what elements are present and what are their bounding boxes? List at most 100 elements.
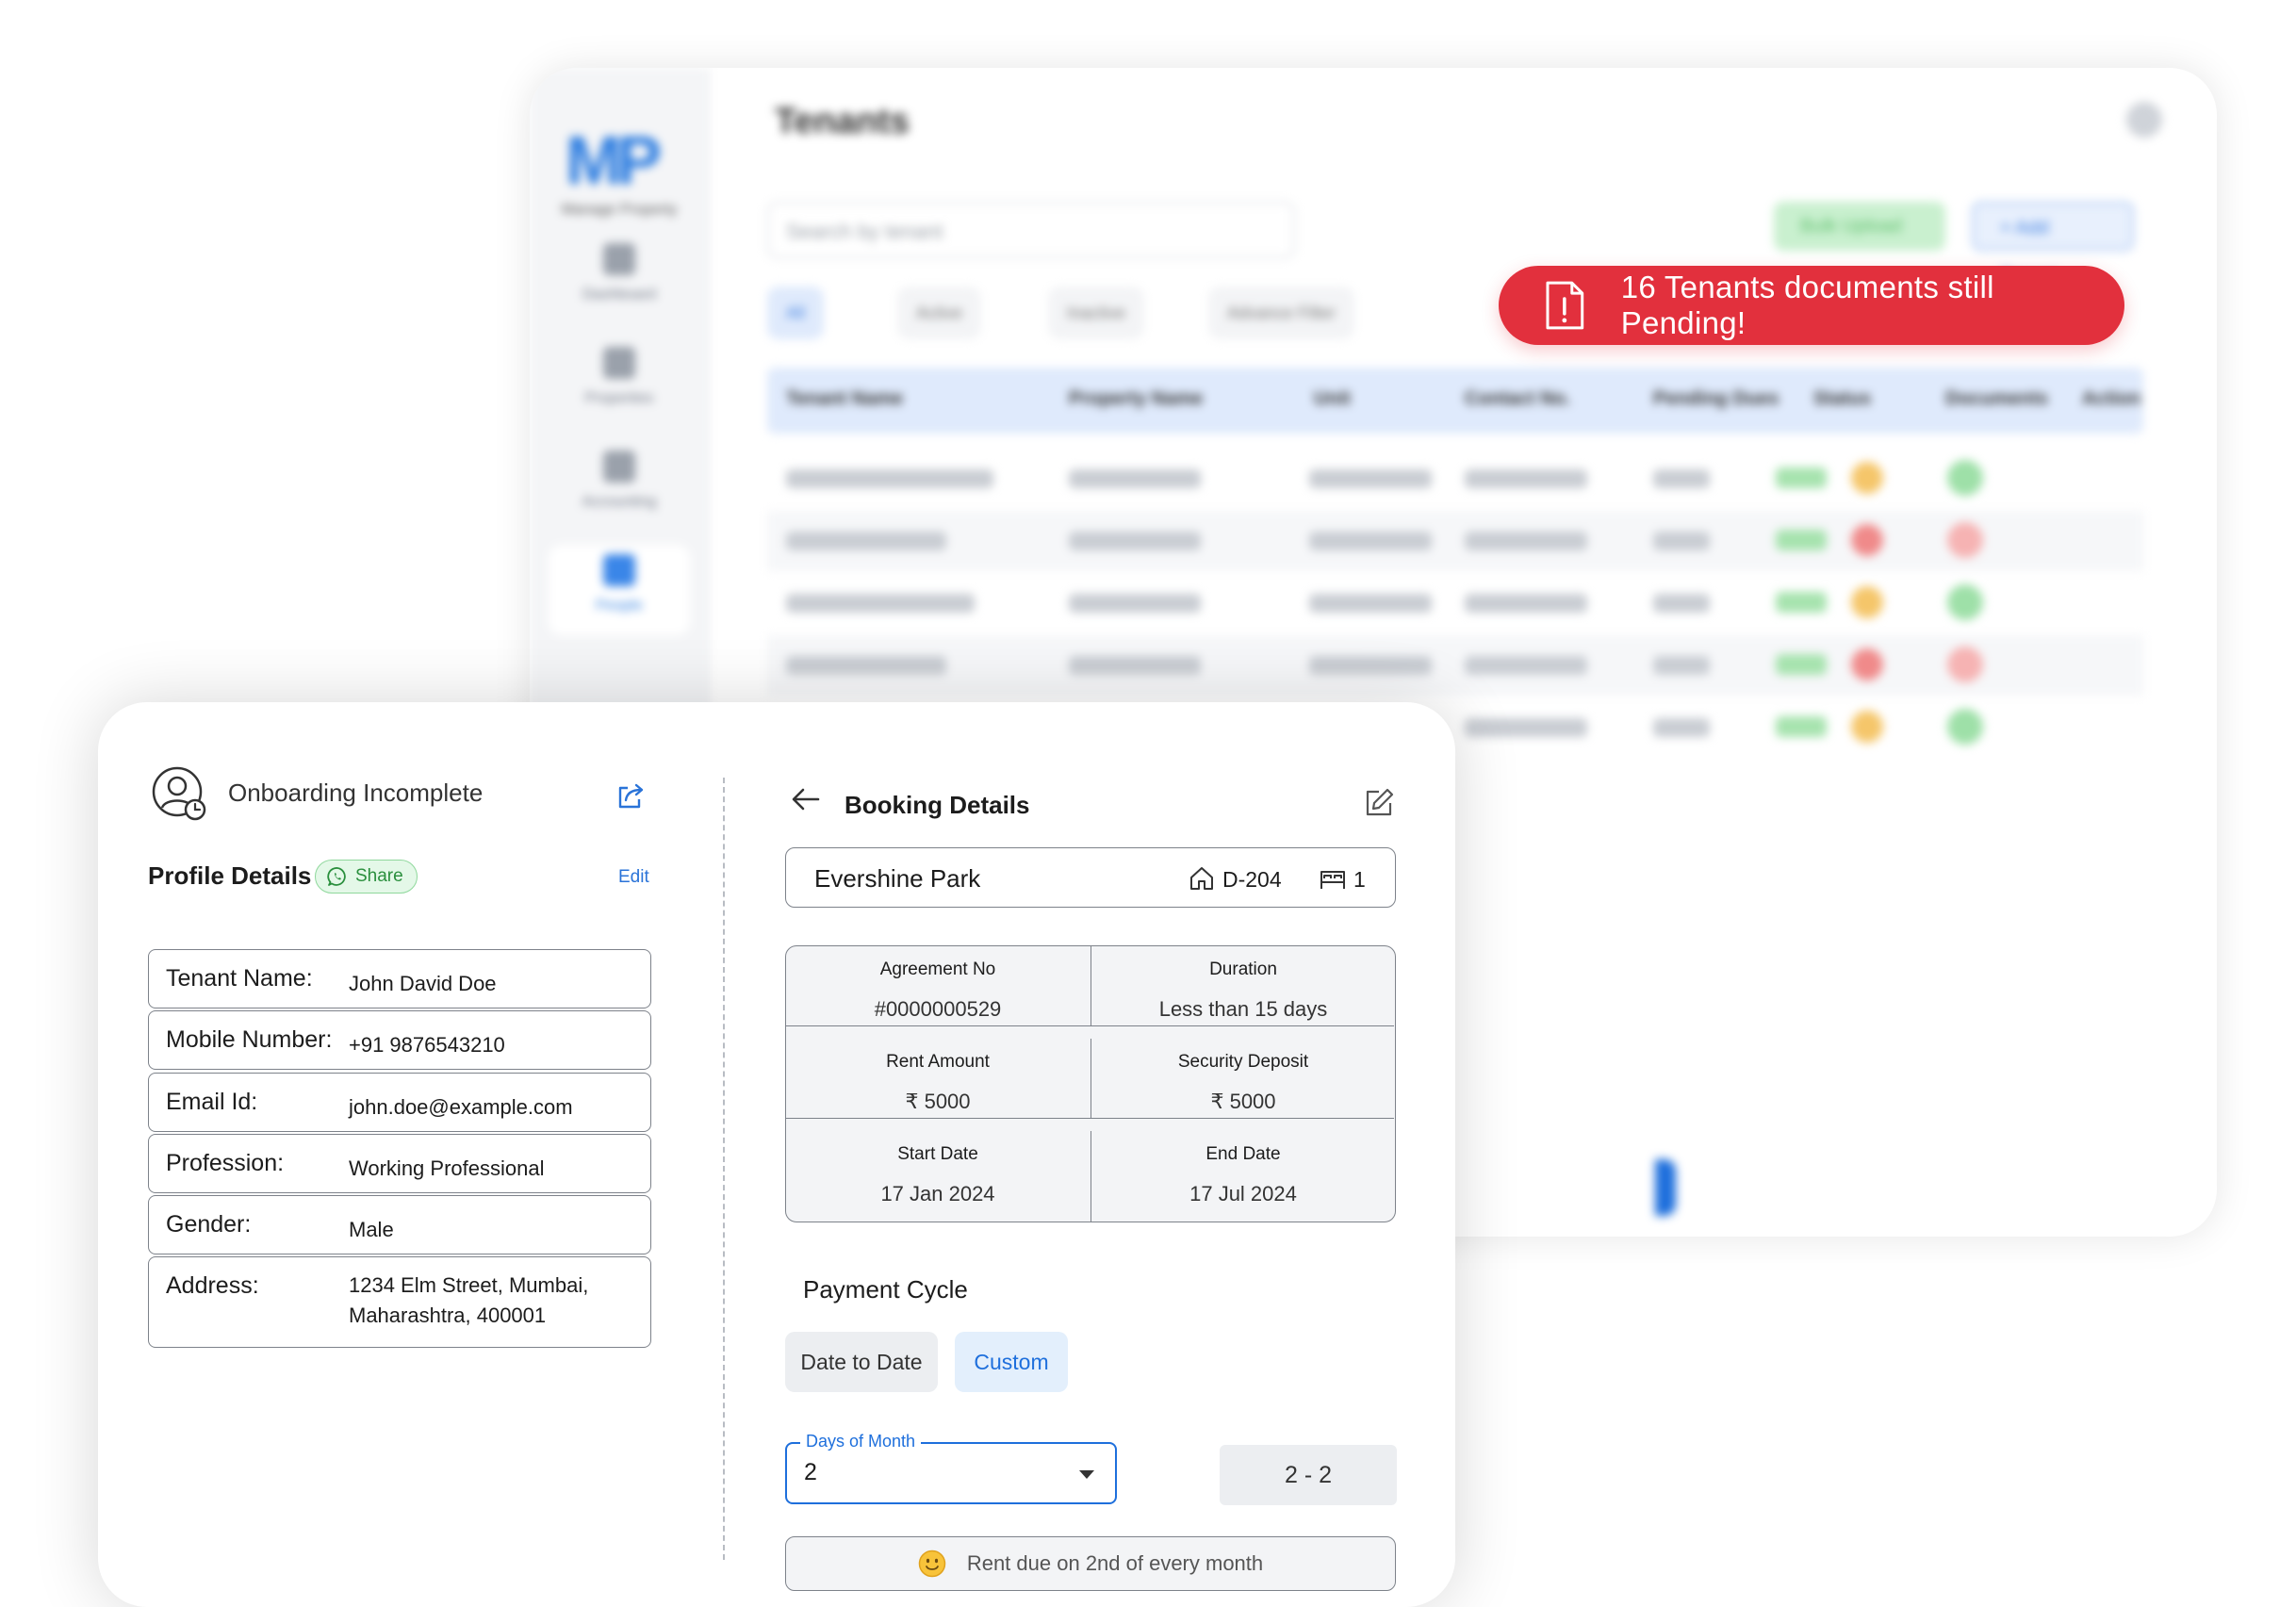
end-date-cell: End Date 17 Jul 2024 bbox=[1091, 1131, 1395, 1223]
field-label: Address: bbox=[166, 1272, 259, 1299]
rent-due-message: Rent due on 2nd of every month bbox=[785, 1536, 1396, 1591]
info-label: Agreement No bbox=[879, 959, 996, 979]
bulk-upload-button[interactable]: Bulk Upload bbox=[1774, 202, 1945, 251]
th-contact: Contact No. bbox=[1465, 388, 1571, 409]
table-row[interactable] bbox=[767, 449, 2143, 509]
onboarding-status: Onboarding Incomplete bbox=[228, 779, 484, 807]
filter-chip-inactive[interactable]: Inactive bbox=[1048, 287, 1145, 339]
th-status: Status bbox=[1813, 388, 1872, 409]
th-unit: Unit bbox=[1314, 388, 1351, 409]
payment-cycle-title: Payment Cycle bbox=[803, 1275, 968, 1304]
table-row[interactable] bbox=[767, 511, 2143, 571]
field-value: +91 9876543210 bbox=[349, 1033, 505, 1057]
bg-nav-accounting[interactable]: Accounting bbox=[549, 441, 690, 532]
field-value: 1234 Elm Street, Mumbai, Maharashtra, 40… bbox=[349, 1273, 589, 1327]
address-field[interactable]: Address: 1234 Elm Street, Mumbai, Mahara… bbox=[148, 1256, 651, 1348]
field-value: Working Professional bbox=[349, 1156, 545, 1180]
info-label: Duration bbox=[1209, 959, 1277, 979]
info-label: Start Date bbox=[897, 1144, 978, 1164]
bg-nav-people[interactable]: People bbox=[549, 545, 690, 635]
bg-logo-subtitle: Manage Property bbox=[561, 202, 678, 218]
bg-blue-button-edge bbox=[1655, 1159, 1676, 1216]
bed-icon bbox=[1320, 871, 1345, 889]
alert-text: 16 Tenants documents still Pending! bbox=[1620, 270, 1994, 340]
share-label: Share bbox=[355, 866, 403, 886]
mobile-number-field[interactable]: Mobile Number: +91 9876543210 bbox=[148, 1010, 651, 1070]
whatsapp-share-button[interactable]: Share bbox=[315, 860, 418, 894]
info-value: ₹ 5000 bbox=[1210, 1090, 1276, 1113]
date-to-date-option[interactable]: Date to Date bbox=[785, 1332, 938, 1392]
field-value: Male bbox=[349, 1218, 394, 1241]
filter-chip-active[interactable]: Active bbox=[897, 287, 982, 339]
info-value: ₹ 5000 bbox=[905, 1090, 971, 1113]
edit-icon[interactable] bbox=[1363, 787, 1395, 819]
start-date-cell: Start Date 17 Jan 2024 bbox=[786, 1131, 1090, 1223]
people-icon bbox=[603, 554, 635, 586]
info-value: Less than 15 days bbox=[1158, 997, 1328, 1021]
table-row[interactable] bbox=[767, 573, 2143, 633]
profile-details-title: Profile Details bbox=[148, 861, 312, 890]
bed-count: 1 bbox=[1353, 867, 1366, 892]
grid-divider bbox=[786, 1118, 1394, 1119]
info-value: 17 Jul 2024 bbox=[1189, 1182, 1297, 1205]
bg-search-input[interactable]: Search by tenant bbox=[767, 202, 1295, 258]
field-label: Gender: bbox=[166, 1211, 252, 1238]
smiley-icon bbox=[918, 1550, 946, 1578]
booking-details-title: Booking Details bbox=[845, 791, 1030, 819]
field-label: Tenant Name: bbox=[166, 965, 313, 992]
custom-option[interactable]: Custom bbox=[955, 1332, 1068, 1392]
add-tenant-button[interactable]: + Add Tenant bbox=[1972, 202, 2134, 287]
filter-chip-all[interactable]: All bbox=[767, 287, 825, 339]
advance-filter-button[interactable]: Advance Filter bbox=[1208, 287, 1355, 339]
bell-icon[interactable] bbox=[2126, 102, 2162, 138]
bg-table-header: Tenant Name Property Name Unit Contact N… bbox=[767, 368, 2143, 434]
document-alert-icon bbox=[1546, 281, 1584, 330]
unit-number: D-204 bbox=[1222, 867, 1282, 892]
gender-field[interactable]: Gender: Male bbox=[148, 1195, 651, 1254]
days-of-month-value: 2 bbox=[804, 1459, 817, 1485]
home-icon bbox=[1190, 867, 1213, 890]
bg-nav-dashboard[interactable]: Dashboard bbox=[549, 234, 690, 324]
field-label: Mobile Number: bbox=[166, 1026, 333, 1053]
info-label: Security Deposit bbox=[1177, 1052, 1309, 1072]
dashboard-icon bbox=[603, 243, 635, 275]
property-name: Evershine Park bbox=[814, 864, 981, 893]
share-icon[interactable] bbox=[615, 779, 647, 812]
field-label: Email Id: bbox=[166, 1089, 258, 1115]
days-of-month-select[interactable]: Days of Month 2 bbox=[785, 1432, 1117, 1504]
info-value: #0000000529 bbox=[874, 997, 1002, 1021]
info-label: End Date bbox=[1205, 1144, 1281, 1164]
field-label: Profession: bbox=[166, 1150, 285, 1176]
booking-info-grid: Agreement No #0000000529 Duration Less t… bbox=[785, 945, 1396, 1222]
column-divider bbox=[723, 778, 725, 1560]
table-row[interactable] bbox=[767, 635, 2143, 696]
bg-nav-properties[interactable]: Properties bbox=[549, 337, 690, 428]
bg-page-title: Tenants bbox=[775, 102, 910, 141]
rent-due-text: Rent due on 2nd of every month bbox=[966, 1551, 1264, 1575]
th-documents: Documents bbox=[1945, 388, 2048, 409]
bg-logo: MP bbox=[566, 123, 662, 199]
properties-icon bbox=[603, 347, 635, 379]
th-property-name: Property Name bbox=[1069, 388, 1204, 409]
th-pending-dues: Pending Dues bbox=[1653, 388, 1779, 409]
info-label: Rent Amount bbox=[886, 1052, 990, 1072]
th-tenant-name: Tenant Name bbox=[786, 388, 904, 409]
field-value: John David Doe bbox=[349, 972, 497, 995]
user-pending-icon bbox=[152, 766, 206, 821]
edit-profile-link[interactable]: Edit bbox=[618, 867, 649, 888]
whatsapp-icon bbox=[327, 867, 346, 886]
accounting-icon bbox=[603, 451, 635, 483]
days-of-month-label: Days of Month bbox=[800, 1432, 922, 1451]
profession-field[interactable]: Profession: Working Professional bbox=[148, 1134, 651, 1193]
field-value: john.doe@example.com bbox=[349, 1095, 573, 1119]
back-arrow-icon[interactable] bbox=[790, 785, 822, 813]
th-action: Action bbox=[2082, 388, 2141, 409]
tenant-detail-card: Onboarding Incomplete Profile Details Sh… bbox=[98, 702, 1455, 1607]
info-value: 17 Jan 2024 bbox=[880, 1182, 995, 1205]
day-range-display: 2 - 2 bbox=[1220, 1445, 1397, 1505]
property-summary: Evershine Park D-204 1 bbox=[785, 847, 1396, 908]
email-field[interactable]: Email Id: john.doe@example.com bbox=[148, 1073, 651, 1132]
grid-divider bbox=[786, 1025, 1394, 1026]
caret-down-icon bbox=[1079, 1470, 1094, 1479]
tenant-name-field[interactable]: Tenant Name: John David Doe bbox=[148, 949, 651, 1008]
